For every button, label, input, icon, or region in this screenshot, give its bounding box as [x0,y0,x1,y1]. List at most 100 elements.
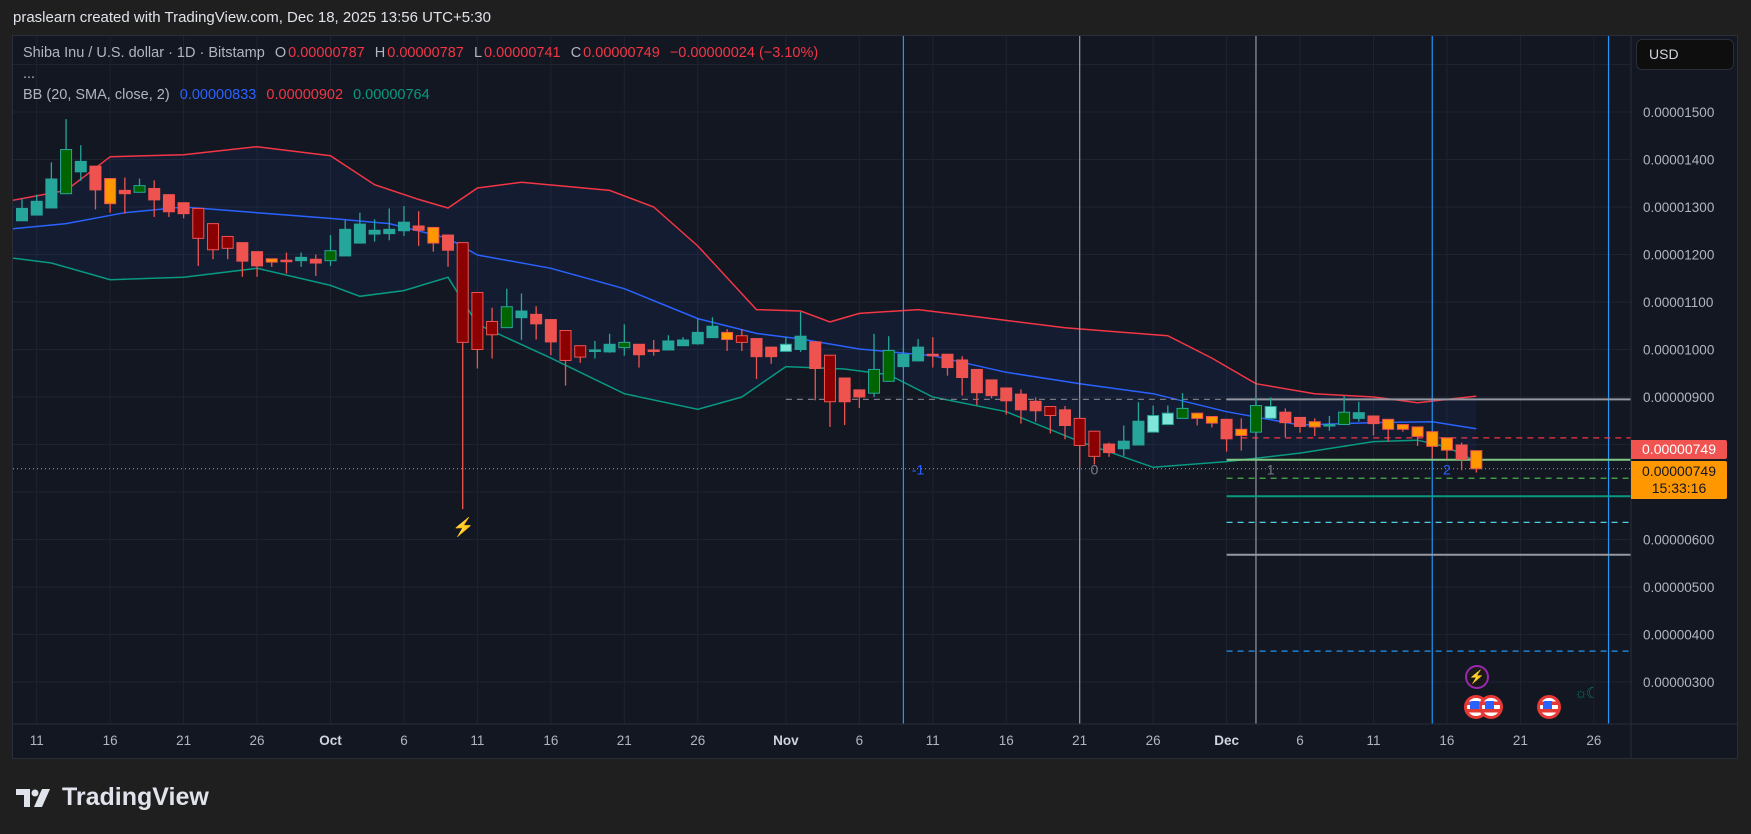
close-value: 0.00000749 [583,45,660,61]
time-tick-label: 21 [617,733,632,748]
candle[interactable] [559,330,572,386]
candle-body [809,341,822,369]
high-value: 0.00000787 [387,45,464,61]
us-flag-economic-event-icon[interactable] [1537,695,1561,719]
time-tick-label: 6 [856,733,864,748]
candle-body [515,310,528,319]
candle-body [1088,430,1101,457]
candle[interactable] [236,242,249,277]
time-tick-label: 6 [1296,733,1304,748]
candle-body [236,242,249,262]
sun-moon-session-icon[interactable]: ☼☾ [1574,684,1599,702]
time-tick-label: 11 [1366,733,1380,748]
candle-body [1249,405,1262,433]
candle-body [30,200,43,216]
candle-body [177,202,190,215]
candle-body [882,349,895,382]
dividend-lightning-icon[interactable]: ⚡ [452,517,474,538]
candle-body [1367,415,1380,425]
candle[interactable] [60,119,73,195]
candle-body [779,343,792,352]
candle[interactable] [823,354,836,427]
bollinger-legend[interactable]: BB (20, SMA, close, 2) 0.00000833 0.0000… [23,87,432,103]
candle-body [1191,412,1204,419]
candle[interactable] [985,379,998,399]
candle-body [1440,437,1453,451]
candle-body [1059,409,1071,427]
candle-body [295,256,308,262]
candle-body [1352,412,1365,419]
candle-body [559,330,572,361]
price-tick-label: 0.00001000 [1643,343,1714,358]
candle-body [1470,450,1483,470]
candle-body [1147,415,1160,433]
cycle-label: -1 [912,461,925,477]
candle-body [1073,417,1086,446]
candle[interactable] [1455,442,1468,471]
candle-body [1014,393,1027,411]
price-tick-label: 0.00000400 [1643,628,1714,643]
earnings-lightning-icon[interactable]: ⚡ [1465,665,1489,689]
candle[interactable] [1103,442,1116,457]
time-axis[interactable]: 11 16 21 26 Oct 6 11 16 21 26 Nov 6 11 16 21 26 Dec 6 11 16… [30,733,1602,748]
symbol-legend[interactable]: Shiba Inu / U.S. dollar · 1D · Bitstamp … [23,45,820,61]
candle[interactable] [1440,437,1453,460]
candle[interactable] [1088,430,1101,465]
candle[interactable] [838,377,851,426]
candle[interactable] [1411,426,1424,446]
candle-body [1235,428,1248,436]
candle[interactable] [1426,431,1439,459]
candle[interactable] [45,162,58,209]
time-tick-label: 16 [1439,733,1454,748]
more-indicators-button[interactable]: ... [23,66,35,82]
candle[interactable] [809,340,822,401]
price-tick-label: 0.00001400 [1643,153,1714,168]
time-tick-label: 26 [1146,733,1161,748]
close-price-value: 0.00000749 [1642,463,1716,479]
tradingview-logo[interactable]: TradingView [16,783,209,812]
candle[interactable] [1073,417,1086,467]
close-price-tag: 0.00000749 15:33:16 [1631,461,1727,499]
price-axis[interactable]: 0.00001500 0.00001400 0.00001300 0.00001200… [1643,105,1714,690]
candle-body [970,368,983,394]
candle-body [1103,443,1116,454]
candle-body [1426,431,1439,447]
candle-body [339,228,352,257]
close-label: C [570,45,582,61]
candle-body [45,178,58,209]
candle-body [1220,418,1233,440]
candle-body [16,207,29,222]
candle[interactable] [471,292,484,369]
time-tick-label: Dec [1214,733,1239,748]
candle-body [442,234,455,251]
candle-body [1338,411,1351,426]
candle-body [721,331,734,341]
candle-body [677,339,690,347]
bb-label[interactable]: BB (20, SMA, close, 2) [23,87,170,103]
candle-body [265,258,278,263]
high-label: H [374,45,386,61]
candle[interactable] [251,251,264,277]
us-flag-economic-event-icon[interactable] [1479,695,1503,719]
candle-body [309,258,322,264]
candle-body [324,250,337,262]
candle[interactable] [1470,450,1483,473]
candle[interactable] [456,242,469,510]
candle-body [471,292,484,350]
bb-basis-value: 0.00000833 [179,87,257,103]
price-tick-label: 0.00001500 [1643,105,1714,120]
currency-button[interactable]: USD [1636,39,1734,70]
candle-body [1396,424,1409,430]
candle-body [662,340,675,351]
cycle-label: 1 [1267,461,1275,477]
open-value: 0.00000787 [288,45,365,61]
plot-area[interactable]: -1 0 1 2 [7,36,1631,724]
price-tick-label: 0.00000500 [1643,580,1714,595]
time-tick-label: 11 [470,733,484,748]
candle-body [853,389,866,398]
time-tick-label: 26 [1586,733,1601,748]
symbol-title[interactable]: Shiba Inu / U.S. dollar · 1D · Bitstamp [23,45,265,61]
candle-body [1382,418,1395,430]
price-tick-label: 0.00001100 [1643,295,1713,310]
candle-body [926,353,939,357]
